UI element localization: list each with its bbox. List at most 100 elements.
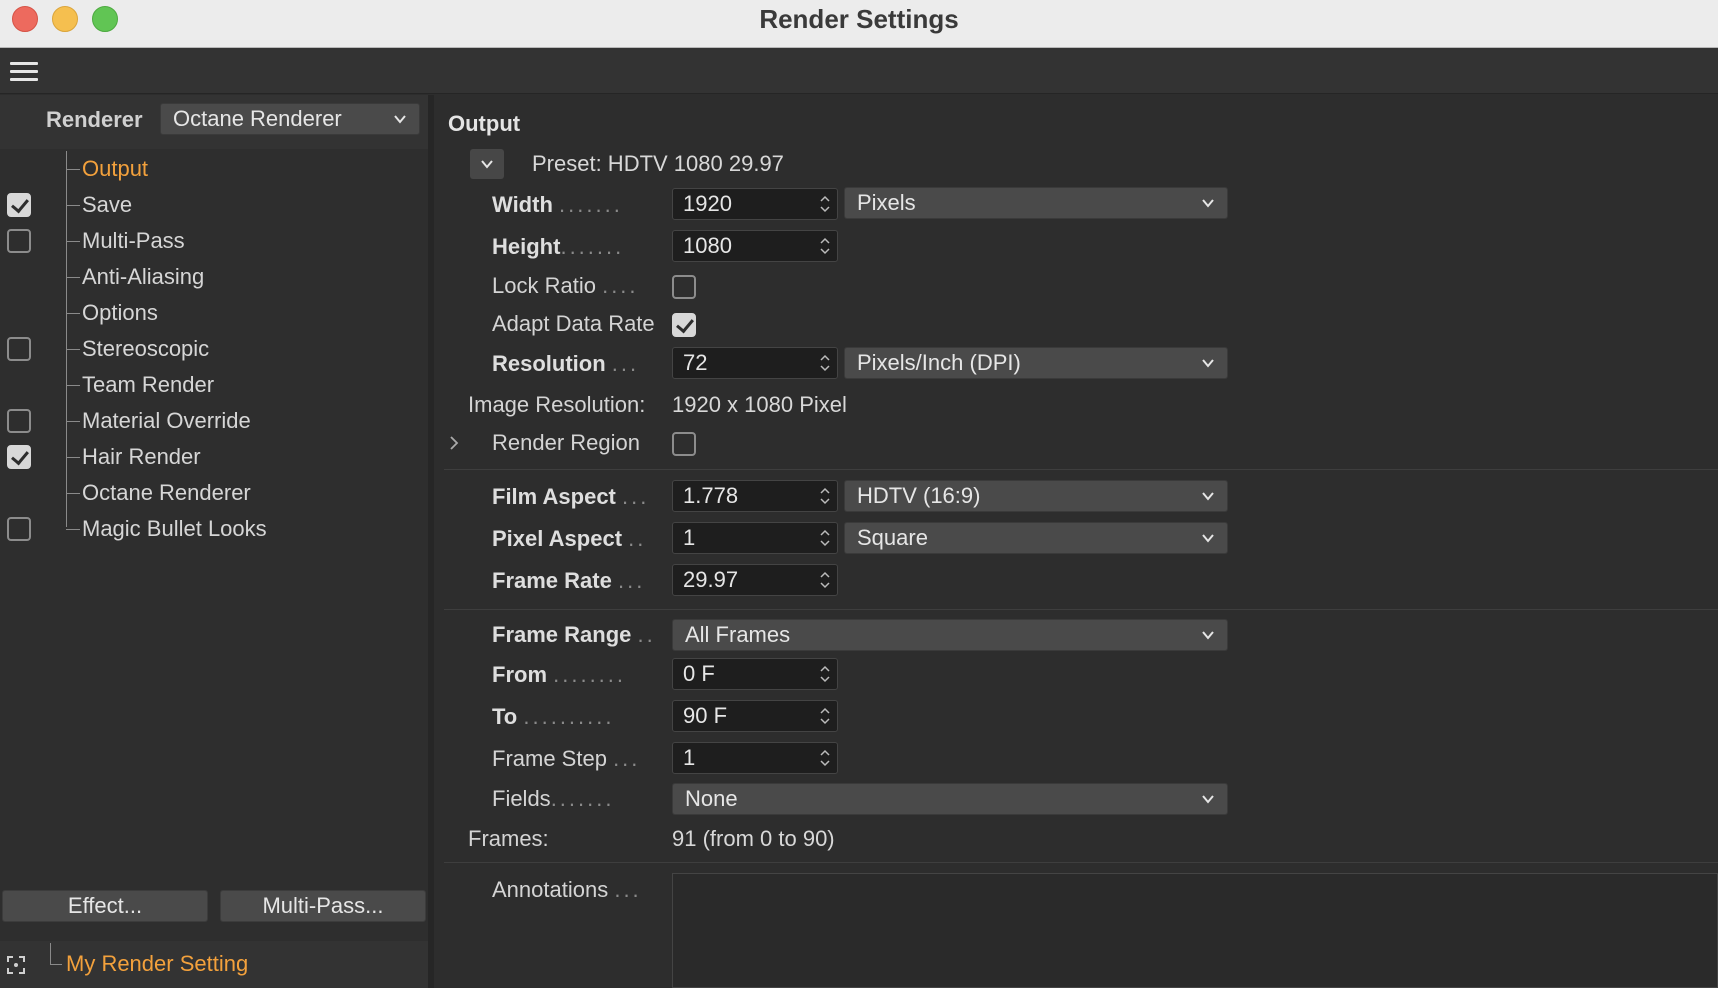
render-region-checkbox[interactable] bbox=[672, 432, 696, 456]
focus-frame-icon[interactable] bbox=[6, 955, 26, 975]
stepper-arrows-icon[interactable] bbox=[819, 235, 831, 257]
stepper-arrows-icon[interactable] bbox=[819, 663, 831, 685]
tree-tick bbox=[66, 457, 80, 458]
frame-step-value: 1 bbox=[683, 745, 696, 770]
pixel-aspect-value: 1 bbox=[683, 525, 696, 550]
stepper-arrows-icon[interactable] bbox=[819, 569, 831, 591]
section-divider bbox=[444, 469, 1718, 470]
film-aspect-dropdown[interactable]: HDTV (16:9) bbox=[844, 480, 1228, 512]
tree-tick bbox=[66, 529, 80, 530]
render-setting-item[interactable]: My Render Setting bbox=[66, 951, 248, 977]
frames-value: 91 (from 0 to 90) bbox=[672, 826, 835, 851]
stereoscopic-checkbox[interactable] bbox=[7, 337, 31, 361]
effect-button[interactable]: Effect... bbox=[2, 890, 208, 922]
stepper-arrows-icon[interactable] bbox=[819, 747, 831, 769]
tree-item-output[interactable]: Output bbox=[82, 154, 148, 184]
magic-bullet-looks-checkbox[interactable] bbox=[7, 517, 31, 541]
renderer-dropdown[interactable]: Octane Renderer bbox=[160, 103, 420, 135]
multi-pass-button[interactable]: Multi-Pass... bbox=[220, 890, 426, 922]
annotations-label: Annotations ... bbox=[492, 877, 642, 902]
chevron-down-icon bbox=[1202, 631, 1214, 640]
tree-item-multi-pass[interactable]: Multi-Pass bbox=[82, 226, 185, 256]
tree-tick bbox=[66, 241, 80, 242]
tree-item-team-render[interactable]: Team Render bbox=[82, 370, 214, 400]
material-override-checkbox[interactable] bbox=[7, 409, 31, 433]
fields-value: None bbox=[685, 786, 738, 811]
to-value: 90 F bbox=[683, 703, 728, 728]
tree-tick bbox=[66, 205, 80, 206]
chevron-down-icon bbox=[1202, 534, 1214, 543]
section-title: Output bbox=[448, 111, 521, 136]
window-title: Render Settings bbox=[759, 4, 959, 34]
film-aspect-field[interactable]: 1.778 bbox=[672, 480, 838, 512]
width-label: Width ....... bbox=[492, 192, 623, 217]
tree-item-material-override[interactable]: Material Override bbox=[82, 406, 251, 436]
preset-label: Preset: HDTV 1080 29.97 bbox=[532, 151, 784, 176]
resolution-field[interactable]: 72 bbox=[672, 347, 838, 379]
chevron-right-icon[interactable] bbox=[448, 435, 460, 451]
chevron-down-icon bbox=[1202, 359, 1214, 368]
tree-connector-line bbox=[66, 151, 67, 527]
pixel-aspect-dropdown[interactable]: Square bbox=[844, 522, 1228, 554]
width-value: 1920 bbox=[683, 191, 732, 216]
menu-bar bbox=[0, 48, 1718, 94]
tree-tick bbox=[66, 349, 80, 350]
fields-dropdown[interactable]: None bbox=[672, 783, 1228, 815]
chevron-down-icon bbox=[481, 160, 493, 169]
frame-step-label: Frame Step ... bbox=[492, 746, 641, 771]
stepper-arrows-icon[interactable] bbox=[819, 193, 831, 215]
to-field[interactable]: 90 F bbox=[672, 700, 838, 732]
resolution-unit-value: Pixels/Inch (DPI) bbox=[857, 350, 1021, 375]
tree-item-save[interactable]: Save bbox=[82, 190, 132, 220]
annotations-textarea[interactable] bbox=[672, 873, 1718, 988]
multi-pass-checkbox[interactable] bbox=[7, 229, 31, 253]
frame-rate-value: 29.97 bbox=[683, 567, 739, 592]
preset-dropdown-button[interactable] bbox=[470, 149, 504, 179]
output-settings-panel: Output Preset: HDTV 1080 29.97 Width ...… bbox=[434, 95, 1718, 988]
tree-item-magic-bullet-looks[interactable]: Magic Bullet Looks bbox=[82, 514, 267, 544]
tree-tick bbox=[66, 421, 80, 422]
stepper-arrows-icon[interactable] bbox=[819, 705, 831, 727]
height-label: Height....... bbox=[492, 234, 625, 259]
settings-tree-panel: Renderer Octane Renderer Output Save Mul… bbox=[0, 95, 428, 988]
frames-label: Frames: bbox=[468, 826, 549, 851]
chevron-down-icon bbox=[394, 115, 406, 124]
frame-rate-label: Frame Rate ... bbox=[492, 568, 646, 593]
width-field[interactable]: 1920 bbox=[672, 188, 838, 220]
width-unit-value: Pixels bbox=[857, 190, 916, 215]
tree-item-anti-aliasing[interactable]: Anti-Aliasing bbox=[82, 262, 204, 292]
tree-item-octane-renderer[interactable]: Octane Renderer bbox=[82, 478, 251, 508]
chevron-down-icon bbox=[1202, 795, 1214, 804]
render-setting-list: My Render Setting bbox=[0, 941, 428, 988]
lock-ratio-checkbox[interactable] bbox=[672, 275, 696, 299]
frame-range-dropdown[interactable]: All Frames bbox=[672, 619, 1228, 651]
adapt-data-rate-checkbox[interactable] bbox=[672, 313, 696, 337]
save-checkbox[interactable] bbox=[7, 193, 31, 217]
height-value: 1080 bbox=[683, 233, 732, 258]
height-field[interactable]: 1080 bbox=[672, 230, 838, 262]
resolution-unit-dropdown[interactable]: Pixels/Inch (DPI) bbox=[844, 347, 1228, 379]
tree-item-options[interactable]: Options bbox=[82, 298, 158, 328]
from-value: 0 F bbox=[683, 661, 715, 686]
pixel-aspect-field[interactable]: 1 bbox=[672, 522, 838, 554]
stepper-arrows-icon[interactable] bbox=[819, 527, 831, 549]
frame-step-field[interactable]: 1 bbox=[672, 742, 838, 774]
image-resolution-value: 1920 x 1080 Pixel bbox=[672, 392, 847, 417]
to-label: To .......... bbox=[492, 704, 615, 729]
pixel-aspect-label: Pixel Aspect .. bbox=[492, 526, 647, 551]
frame-rate-field[interactable]: 29.97 bbox=[672, 564, 838, 596]
film-aspect-label: Film Aspect ... bbox=[492, 484, 650, 509]
stepper-arrows-icon[interactable] bbox=[819, 485, 831, 507]
from-field[interactable]: 0 F bbox=[672, 658, 838, 690]
width-unit-dropdown[interactable]: Pixels bbox=[844, 187, 1228, 219]
hamburger-menu-icon[interactable] bbox=[10, 62, 38, 82]
stepper-arrows-icon[interactable] bbox=[819, 352, 831, 374]
tree-item-hair-render[interactable]: Hair Render bbox=[82, 442, 201, 472]
adapt-data-rate-label: Adapt Data Rate bbox=[492, 311, 655, 336]
tree-tick bbox=[66, 313, 80, 314]
tree-tick bbox=[66, 169, 80, 170]
renderer-dropdown-value: Octane Renderer bbox=[173, 106, 342, 131]
tree-item-stereoscopic[interactable]: Stereoscopic bbox=[82, 334, 209, 364]
hair-render-checkbox[interactable] bbox=[7, 445, 31, 469]
film-aspect-value: 1.778 bbox=[683, 483, 739, 508]
